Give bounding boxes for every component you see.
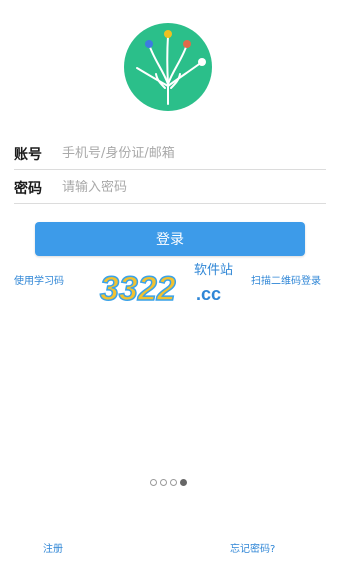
watermark-site: 软件站 (194, 263, 233, 278)
logo-dot-yellow (164, 30, 172, 38)
page-dot-active[interactable] (180, 479, 187, 486)
qr-login-link[interactable]: 扫描二维码登录 (251, 272, 321, 287)
watermark-suffix: .cc (196, 284, 221, 304)
logo-dot-white (198, 58, 206, 66)
forgot-password-link[interactable]: 忘记密码? (230, 540, 275, 555)
watermark-logo: 3322 .cc 软件站 (99, 263, 233, 308)
password-row: 密码 (14, 172, 326, 204)
app-logo (124, 23, 212, 111)
register-link[interactable]: 注册 (43, 540, 63, 555)
password-label: 密码 (14, 180, 42, 197)
login-form: 账号 密码 (14, 138, 326, 204)
page-indicator (150, 479, 187, 486)
study-code-link[interactable]: 使用学习码 (14, 272, 64, 287)
login-button[interactable]: 登录 (35, 222, 305, 256)
account-input[interactable] (62, 146, 326, 161)
account-label: 账号 (14, 146, 42, 163)
logo-dot-red (183, 40, 191, 48)
page-dot[interactable] (170, 479, 177, 486)
logo-dot-blue (145, 40, 153, 48)
watermark-brand: 3322 (100, 270, 176, 308)
account-row: 账号 (14, 138, 326, 170)
page-dot[interactable] (150, 479, 157, 486)
password-input[interactable] (62, 180, 326, 195)
page-dot[interactable] (160, 479, 167, 486)
